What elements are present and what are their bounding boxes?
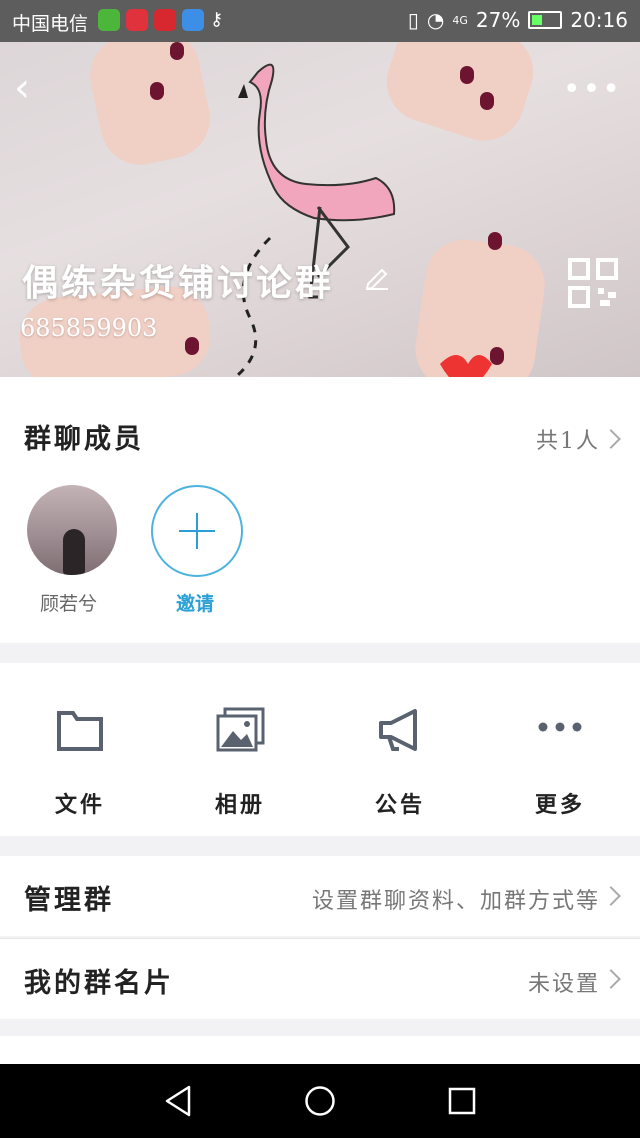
files-label: 文件 (54, 792, 105, 818)
more-features-label: 更多 (534, 792, 585, 818)
album-label: 相册 (214, 792, 265, 818)
my-group-card-row[interactable]: 我的群名片 未设置 (0, 938, 640, 1019)
member-name: 顾若兮 (40, 593, 98, 615)
members-count[interactable]: 共1人 (536, 423, 600, 455)
album-button[interactable]: 相册 (160, 663, 320, 836)
manage-group-value: 设置群聊资料、加群方式等 (311, 889, 600, 914)
chevron-right-icon (601, 969, 621, 989)
nav-home-icon[interactable] (304, 1085, 336, 1117)
manage-group-title: 管理群 (24, 885, 114, 916)
group-name: 偶练杂货铺讨论群 (22, 262, 335, 304)
netease-app-icon (154, 9, 176, 31)
vibrate-icon: ▯ (407, 8, 419, 32)
megaphone-icon (379, 709, 417, 751)
nav-back-icon[interactable] (163, 1084, 193, 1118)
next-section-strip (0, 1036, 640, 1064)
more-features-button[interactable]: 更多 (480, 663, 640, 836)
invite-button[interactable] (151, 485, 243, 577)
browser-app-icon (182, 9, 204, 31)
more-options-button[interactable]: ••• (563, 72, 622, 107)
members-title: 群聊成员 (24, 424, 144, 455)
carrier-label: 中国电信 (12, 13, 89, 35)
files-button[interactable]: 文件 (0, 663, 160, 836)
chevron-right-icon (601, 886, 621, 906)
album-icon (216, 707, 265, 752)
my-group-card-value: 未设置 (527, 972, 600, 997)
status-indicators: ▯ ◔ 4G 27% 20:16 (408, 8, 628, 32)
avatar[interactable] (27, 485, 117, 575)
clock: 20:16 (570, 8, 628, 32)
qr-code-icon[interactable] (568, 258, 618, 308)
announcement-label: 公告 (374, 792, 425, 818)
wechat-app-icon (98, 9, 120, 31)
more-dots-icon (538, 722, 582, 732)
status-bar: 中国电信 ⚷ ▯ ◔ 4G 27% 20:16 (0, 0, 640, 42)
feature-toolbar: 文件 相册 公告 更多 (0, 663, 640, 836)
my-group-card-title: 我的群名片 (24, 968, 174, 999)
edit-icon[interactable] (364, 264, 390, 290)
battery-percent: 27% (475, 8, 521, 32)
members-section: 群聊成员 共1人 顾若兮 邀请 (0, 377, 640, 643)
invite-label: 邀请 (176, 593, 215, 615)
notification-icons: ⚷ (98, 9, 232, 31)
chevron-right-icon[interactable] (601, 429, 621, 449)
network-type: 4G (452, 13, 468, 27)
nav-recents-icon[interactable] (448, 1087, 476, 1115)
battery-icon (528, 11, 563, 29)
system-navigation-bar (0, 1064, 640, 1138)
wifi-icon: ◔ (426, 8, 445, 32)
group-id: 685859903 (20, 314, 158, 342)
manage-group-row[interactable]: 管理群 设置群聊资料、加群方式等 (0, 856, 640, 936)
group-cover-header: ‹ ••• 偶练杂货铺讨论群 685859903 (0, 42, 640, 377)
key-icon: ⚷ (210, 9, 224, 30)
weibo-app-icon (126, 9, 148, 31)
folder-icon (57, 711, 103, 751)
announcement-button[interactable]: 公告 (320, 663, 480, 836)
back-button[interactable]: ‹ (14, 68, 42, 108)
